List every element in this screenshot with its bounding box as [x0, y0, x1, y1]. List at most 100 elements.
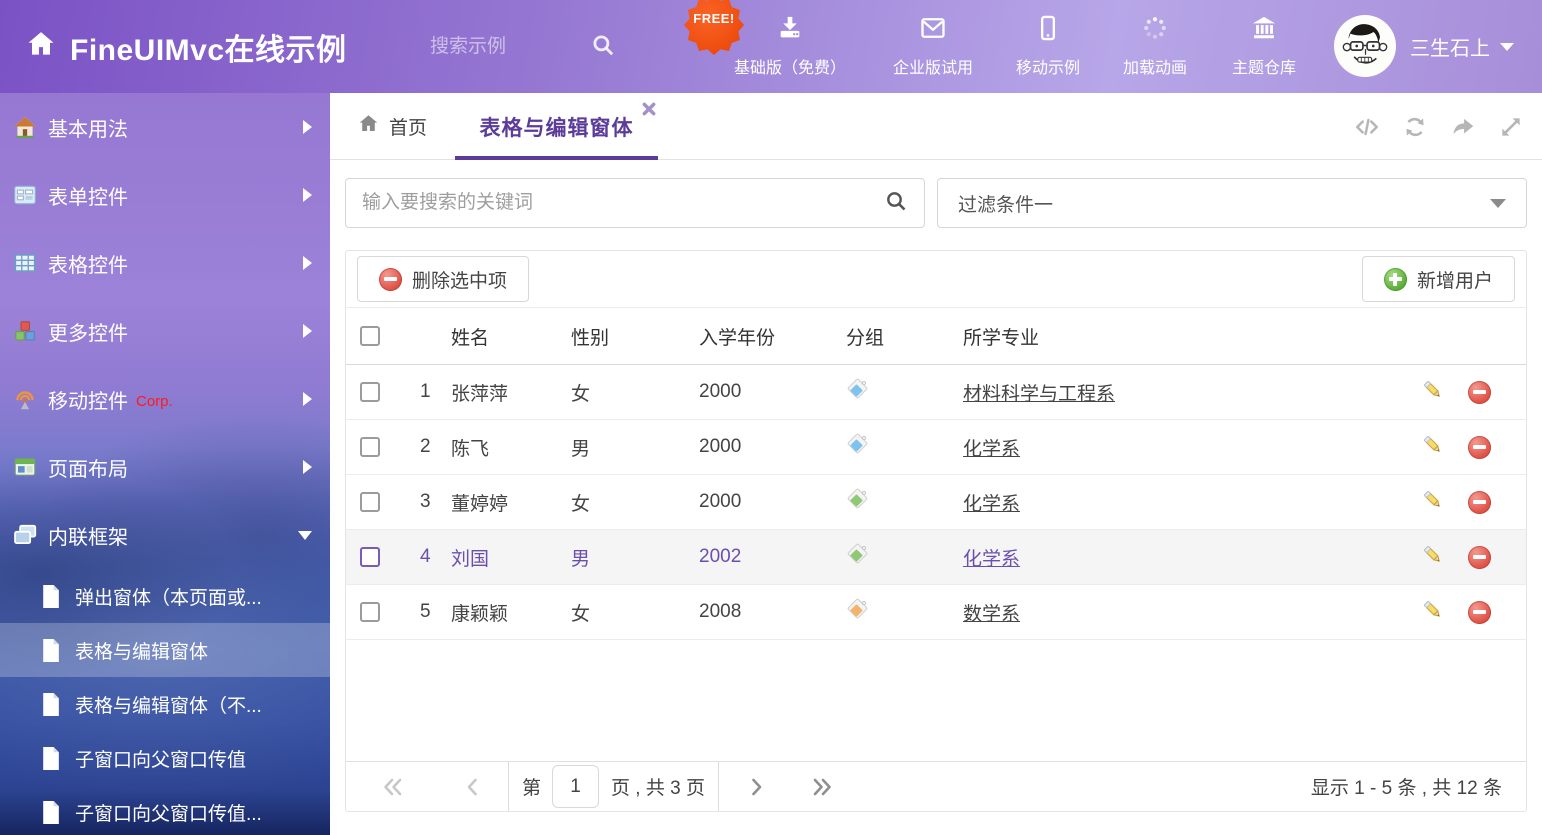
tab-tools: [1354, 93, 1524, 160]
nav-item-theme-repo[interactable]: 主题仓库: [1189, 14, 1339, 78]
row-index: 2: [394, 436, 451, 458]
major-link[interactable]: 化学系: [963, 439, 1020, 460]
row-gender: 男: [571, 544, 699, 571]
chevron-right-icon: [303, 392, 312, 406]
select-all-checkbox[interactable]: [360, 326, 380, 346]
edit-icon[interactable]: [1421, 598, 1444, 627]
edit-icon[interactable]: [1421, 488, 1444, 517]
sidebar-subitem-grid-edit-window[interactable]: 表格与编辑窗体: [0, 623, 330, 677]
file-icon: [40, 584, 61, 609]
row-index: 1: [394, 381, 451, 403]
major-link[interactable]: 数学系: [963, 604, 1020, 625]
row-index: 5: [394, 601, 451, 623]
tab-grid-edit-window[interactable]: 表格与编辑窗体: [455, 93, 658, 160]
refresh-icon[interactable]: [1402, 114, 1428, 140]
grid-panel: 删除选中项 新增用户 姓名 性别 入学年份 分组 所学专业 1 张萍萍 女 20…: [345, 250, 1527, 812]
row-name: 康颖颖: [451, 599, 571, 626]
row-year: 2000: [699, 436, 842, 458]
column-header-major[interactable]: 所学专业: [960, 323, 1376, 350]
corp-badge: Corp.: [136, 393, 173, 410]
column-header-name[interactable]: 姓名: [451, 323, 571, 350]
row-checkbox[interactable]: [360, 492, 380, 512]
row-gender: 女: [571, 489, 699, 516]
row-checkbox[interactable]: [360, 437, 380, 457]
table-row[interactable]: 4 刘国 男 2002 化学系: [346, 530, 1526, 585]
column-header-group[interactable]: 分组: [842, 323, 960, 350]
chevron-right-icon: [303, 256, 312, 270]
sidebar-item-mobile-controls[interactable]: 移动控件 Corp.: [0, 365, 330, 433]
row-checkbox[interactable]: [360, 382, 380, 402]
last-page-button[interactable]: [812, 778, 832, 796]
major-link[interactable]: 化学系: [963, 494, 1020, 515]
form-icon: [12, 182, 38, 208]
row-gender: 女: [571, 379, 699, 406]
keyword-search-input[interactable]: [362, 192, 884, 214]
envelope-icon: [919, 14, 947, 47]
row-checkbox[interactable]: [360, 547, 380, 567]
avatar[interactable]: [1334, 15, 1396, 77]
chevron-down-icon: [298, 531, 312, 540]
page-suffix: 页 , 共 3 页: [611, 773, 705, 800]
delete-icon[interactable]: [1468, 381, 1491, 404]
header-search-input[interactable]: [430, 36, 590, 58]
sidebar-subitem-grid-edit-window-2[interactable]: 表格与编辑窗体（不...: [0, 677, 330, 731]
download-icon: [776, 14, 804, 47]
sidebar-item-page-layout[interactable]: 页面布局: [0, 433, 330, 501]
sidebar-item-grid-controls[interactable]: 表格控件: [0, 229, 330, 297]
filter-dropdown[interactable]: 过滤条件一: [937, 178, 1527, 228]
user-menu[interactable]: 三生石上: [1410, 0, 1514, 93]
page-number-input[interactable]: [552, 765, 599, 808]
edit-icon[interactable]: [1421, 433, 1444, 462]
sidebar-item-inline-frame[interactable]: 内联框架: [0, 501, 330, 569]
code-icon[interactable]: [1354, 114, 1380, 140]
row-gender: 男: [571, 434, 699, 461]
add-user-button[interactable]: 新增用户: [1362, 256, 1515, 302]
edit-icon[interactable]: [1421, 378, 1444, 407]
expand-icon[interactable]: [1498, 114, 1524, 140]
page-prefix: 第: [522, 773, 541, 800]
delete-icon[interactable]: [1468, 436, 1491, 459]
next-page-button[interactable]: [751, 778, 764, 796]
prev-page-button[interactable]: [465, 778, 478, 796]
table-row[interactable]: 5 康颖颖 女 2008 数学系: [346, 585, 1526, 640]
delete-icon[interactable]: [1468, 601, 1491, 624]
forward-icon[interactable]: [1450, 114, 1476, 140]
close-icon[interactable]: [642, 102, 656, 116]
search-icon[interactable]: [884, 189, 908, 218]
delete-icon[interactable]: [1468, 546, 1491, 569]
cubes-icon: [12, 318, 38, 344]
search-icon[interactable]: [590, 32, 616, 63]
chevron-down-icon: [1490, 199, 1506, 208]
tag-icon: [846, 377, 870, 401]
sidebar-item-form-controls[interactable]: 表单控件: [0, 161, 330, 229]
tab-home[interactable]: 首页: [358, 93, 427, 160]
tag-icon: [846, 597, 870, 621]
sidebar-subitem-child-to-parent-2[interactable]: 子窗口向父窗口传值...: [0, 785, 330, 835]
table-row[interactable]: 3 董婷婷 女 2000 化学系: [346, 475, 1526, 530]
delete-icon[interactable]: [1468, 491, 1491, 514]
app-title: FineUIMvc在线示例: [70, 25, 347, 69]
row-checkbox[interactable]: [360, 602, 380, 622]
column-header-year[interactable]: 入学年份: [699, 323, 842, 350]
sidebar-subitem-child-to-parent[interactable]: 子窗口向父窗口传值: [0, 731, 330, 785]
file-icon: [40, 638, 61, 663]
major-link[interactable]: 化学系: [963, 549, 1020, 570]
major-link[interactable]: 材料科学与工程系: [963, 384, 1115, 405]
row-name: 董婷婷: [451, 489, 571, 516]
first-page-button[interactable]: [383, 778, 403, 796]
pagination-bar: 第 页 , 共 3 页 显示 1 - 5 条 , 共 12 条: [346, 761, 1526, 811]
table-row[interactable]: 2 陈飞 男 2000 化学系: [346, 420, 1526, 475]
sidebar-item-basic-usage[interactable]: 基本用法: [0, 93, 330, 161]
row-name: 陈飞: [451, 434, 571, 461]
sidebar-item-more-controls[interactable]: 更多控件: [0, 297, 330, 365]
mobile-icon: [1034, 14, 1062, 47]
column-header-gender[interactable]: 性别: [571, 323, 699, 350]
edit-icon[interactable]: [1421, 543, 1444, 572]
delete-selected-button[interactable]: 删除选中项: [357, 256, 529, 302]
filter-row: 过滤条件一: [345, 178, 1527, 228]
sidebar-subitem-popup-window[interactable]: 弹出窗体（本页面或...: [0, 569, 330, 623]
table-row[interactable]: 1 张萍萍 女 2000 材料科学与工程系: [346, 365, 1526, 420]
app-logo[interactable]: FineUIMvc在线示例: [26, 0, 347, 93]
tag-icon: [846, 432, 870, 456]
frames-icon: [12, 522, 38, 548]
